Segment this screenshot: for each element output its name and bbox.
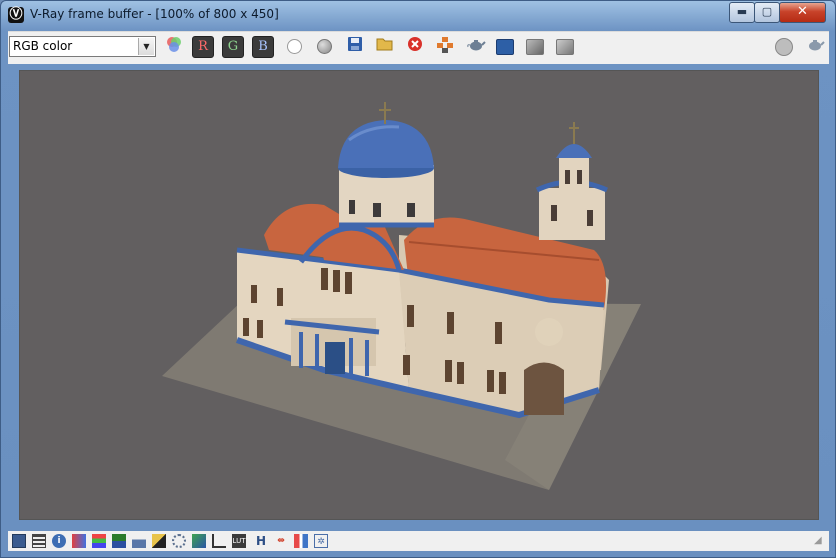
srgb-icon[interactable] <box>212 534 226 548</box>
duplicate-icon[interactable] <box>434 36 456 58</box>
stamp-icon[interactable]: ✲ <box>314 534 328 548</box>
channel-dropdown[interactable]: RGB color ▼ <box>9 36 156 57</box>
curves-icon[interactable] <box>112 534 126 548</box>
white-circle-icon[interactable] <box>283 36 305 58</box>
image-icon[interactable] <box>524 36 546 58</box>
vray-logo-icon: Ⓥ <box>8 7 24 23</box>
window-title: V-Ray frame buffer - [100% of 800 x 450] <box>30 7 279 21</box>
red-channel-button[interactable]: R <box>192 36 214 58</box>
save-icon[interactable] <box>344 36 366 58</box>
teapot-icon[interactable] <box>804 36 826 58</box>
gray-circle-icon[interactable] <box>313 36 335 58</box>
minimize-button[interactable]: ▬ <box>729 2 755 23</box>
hsv-icon[interactable]: H <box>254 534 268 548</box>
lut-compare-icon[interactable] <box>494 36 516 58</box>
levels-icon[interactable] <box>92 534 106 548</box>
title-bar[interactable]: Ⓥ V-Ray frame buffer - [100% of 800 x 45… <box>1 1 835 29</box>
open-folder-icon[interactable] <box>374 36 396 58</box>
tone-icon[interactable] <box>192 534 206 548</box>
lut-icon[interactable] <box>32 534 46 548</box>
histogram-icon[interactable] <box>132 534 146 548</box>
lut-file-icon[interactable]: LUT <box>232 534 246 548</box>
blue-channel-button[interactable]: B <box>252 36 274 58</box>
color-balance-icon[interactable] <box>72 534 86 548</box>
rendered-church-image <box>162 102 641 490</box>
status-toolbar: i LUT H ⇹ ✲ ◢ <box>8 531 829 551</box>
resize-grip-icon[interactable]: ◢ <box>814 535 826 547</box>
vray-frame-buffer-window: Ⓥ V-Ray frame buffer - [100% of 800 x 45… <box>0 0 836 558</box>
render-teapot-icon[interactable] <box>465 36 487 58</box>
exposure-icon[interactable] <box>152 534 166 548</box>
maximize-button[interactable]: ▢ <box>754 2 780 23</box>
render-viewport[interactable] <box>19 70 819 520</box>
history-icon[interactable] <box>554 36 576 58</box>
green-channel-button[interactable]: G <box>222 36 244 58</box>
levels-h-icon[interactable]: ⇹ <box>274 534 288 548</box>
bell-tower <box>559 156 589 192</box>
toolbar: RGB color ▼ R G B <box>8 31 829 64</box>
pixel-aspect-icon[interactable] <box>172 534 186 548</box>
stop-icon[interactable] <box>773 36 795 58</box>
info-icon[interactable]: i <box>52 534 66 548</box>
color-corrections-icon[interactable] <box>12 534 26 548</box>
compare-icon[interactable] <box>294 534 308 548</box>
clear-image-icon[interactable] <box>404 36 426 58</box>
channel-dropdown-value: RGB color <box>13 39 73 53</box>
chevron-down-icon[interactable]: ▼ <box>138 38 154 55</box>
rgb-circles-icon[interactable] <box>163 36 185 58</box>
close-button[interactable]: ✕ <box>779 2 826 23</box>
